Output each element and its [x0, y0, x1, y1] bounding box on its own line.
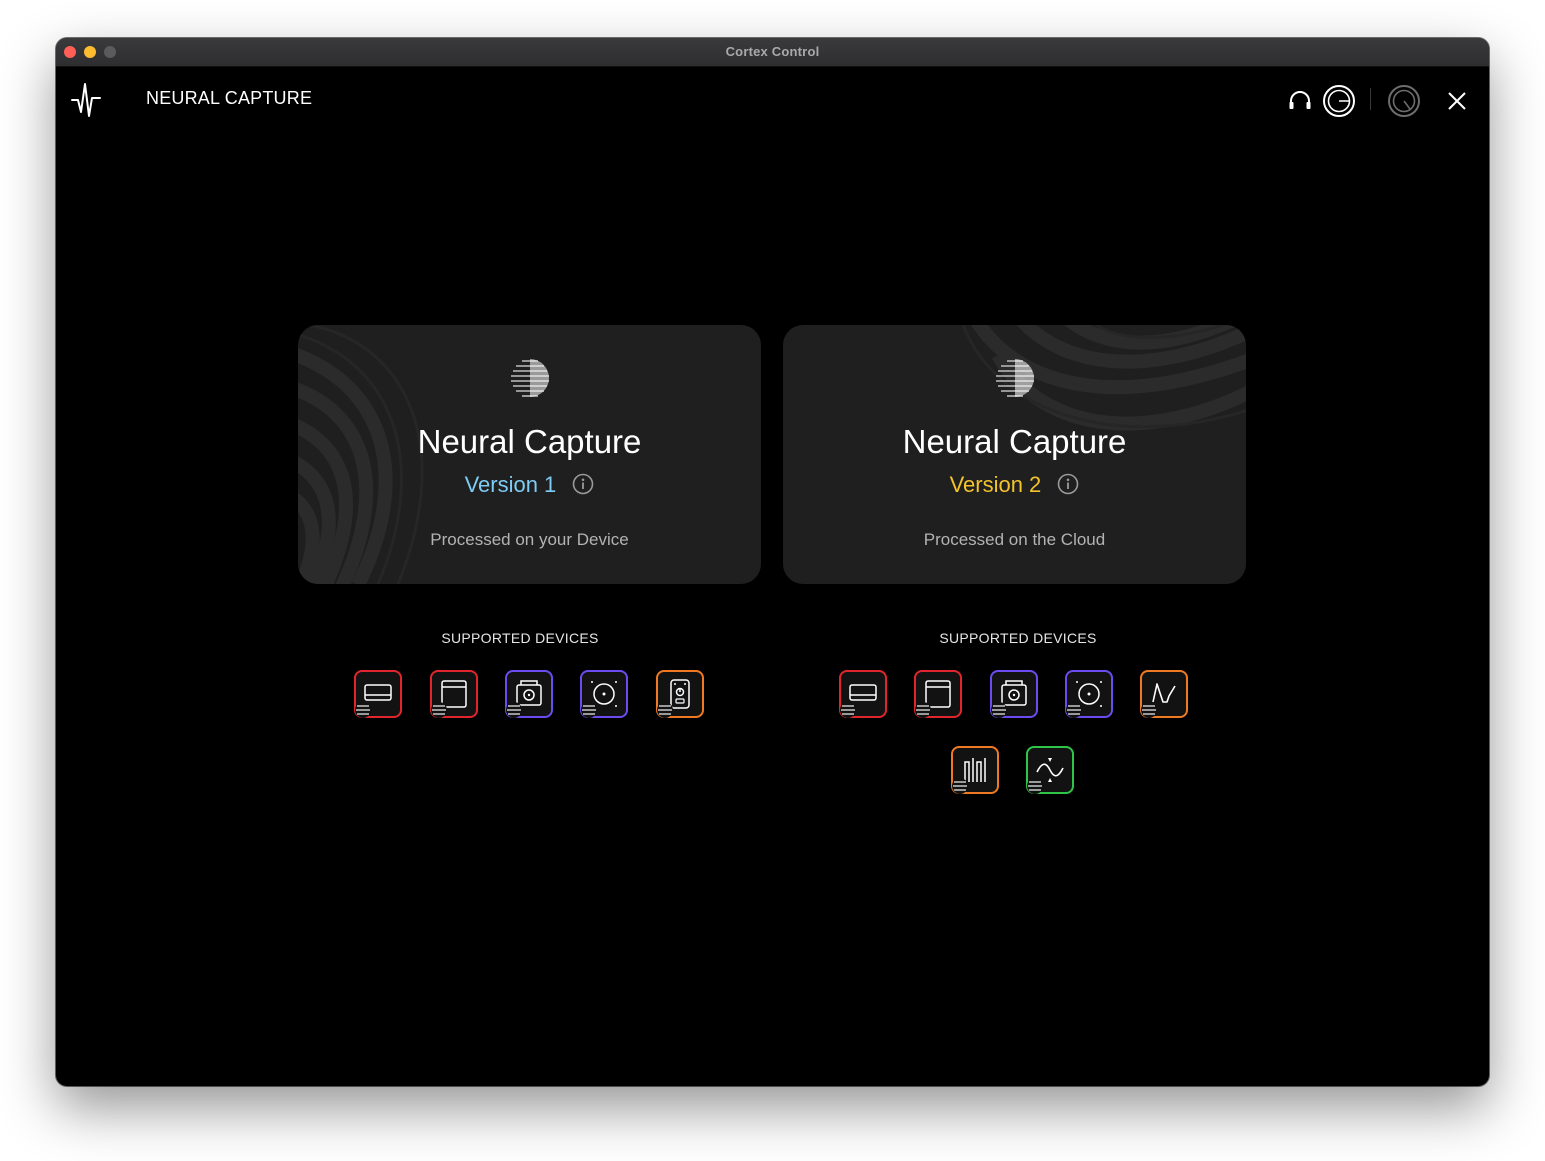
window-title: Cortex Control	[725, 44, 820, 59]
page-title: NEURAL CAPTURE	[146, 88, 313, 108]
rack-bars-icon	[951, 746, 999, 794]
amp-head-icon	[839, 670, 887, 718]
neural-capture-v1-card[interactable]: Neural Capture Version 1 Processed on yo…	[298, 325, 761, 584]
card-title: Neural Capture	[902, 423, 1127, 460]
amp-head-icon	[354, 670, 402, 718]
supported-devices-label-v1: SUPPORTED DEVICES	[441, 630, 599, 646]
card-version-row: Version 2	[783, 471, 1246, 498]
headphones-icon[interactable]	[1283, 84, 1317, 118]
app-window: Cortex Control NEURAL CAPTURE Neural Cap…	[56, 38, 1489, 1086]
speaker-cone-icon	[580, 670, 628, 718]
knob-dim-icon[interactable]	[1387, 84, 1421, 118]
card-subtitle: Processed on your Device	[430, 530, 629, 549]
info-icon[interactable]	[572, 473, 594, 495]
modulation-icon	[1026, 746, 1074, 794]
supported-devices-label-v2: SUPPORTED DEVICES	[939, 630, 1097, 646]
amp-combo-icon	[914, 670, 962, 718]
waveform-curve-icon	[1140, 670, 1188, 718]
card-version-row: Version 1	[298, 471, 761, 498]
cab-speaker-icon	[505, 670, 553, 718]
card-subtitle: Processed on the Cloud	[923, 530, 1106, 549]
knob-icon[interactable]	[1322, 84, 1356, 118]
pedal-icon	[656, 670, 704, 718]
cab-speaker-icon	[990, 670, 1038, 718]
header-divider	[1370, 88, 1371, 110]
striped-sphere-icon	[996, 359, 1034, 397]
neural-capture-v2-card[interactable]: Neural Capture Version 2 Processed on th…	[783, 325, 1246, 584]
version-label: Version 1	[464, 472, 557, 498]
speaker-cone-icon	[1065, 670, 1113, 718]
striped-sphere-icon	[511, 359, 549, 397]
version-label: Version 2	[949, 472, 1042, 498]
info-icon[interactable]	[1057, 473, 1079, 495]
waveform-pulse-icon	[71, 83, 101, 117]
title-bar: Cortex Control	[56, 38, 1489, 67]
card-title: Neural Capture	[417, 423, 642, 460]
app-header: NEURAL CAPTURE	[56, 66, 1489, 130]
close-icon[interactable]	[1440, 84, 1474, 118]
amp-combo-icon	[430, 670, 478, 718]
